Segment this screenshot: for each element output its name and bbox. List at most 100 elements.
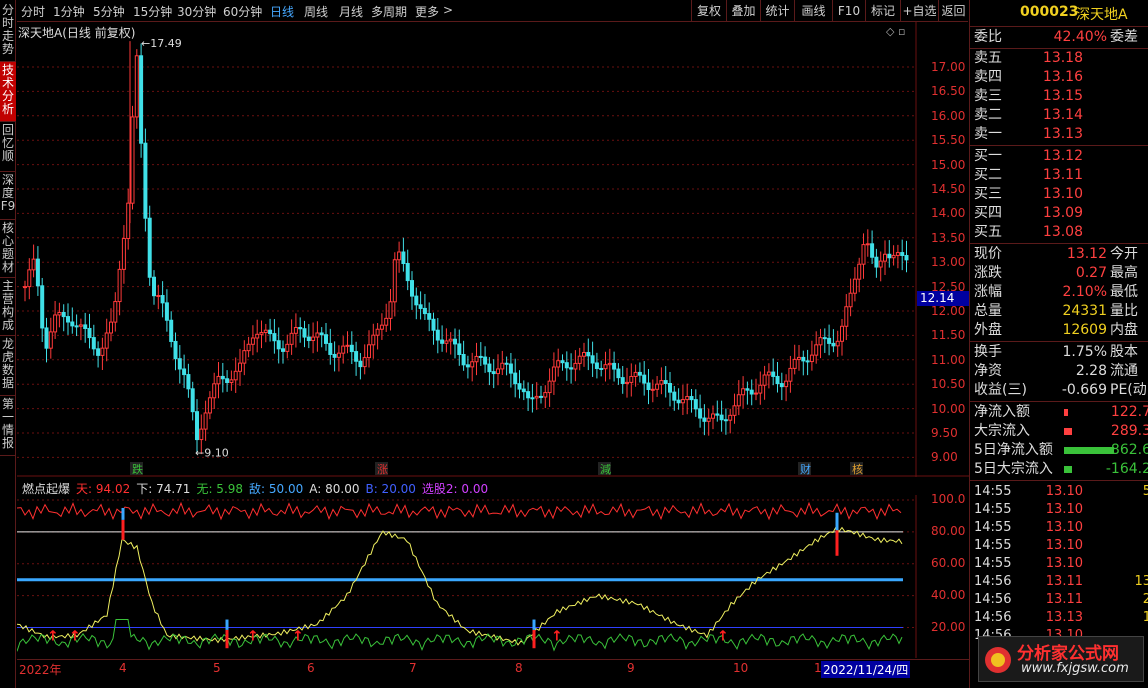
candle-body [311,336,316,342]
sidebar-tab-4[interactable]: 核心题材 [0,220,16,278]
price-axis-label: 13.00 [931,255,966,270]
candle-body [513,372,518,385]
timeframe-2[interactable]: 5分钟 [93,3,125,20]
candle-body [169,319,174,342]
candle-body [336,352,341,358]
date-label: 8 [515,661,523,675]
price-axis-label: 9.00 [931,450,958,465]
candle-body [521,388,526,393]
price-axis-label: 10.50 [931,377,966,392]
bid-row[interactable]: 买一 13.12 [970,147,1148,166]
candle-body [659,380,664,385]
stat-row: 涨幅 2.10% 最低 [970,283,1148,302]
tool-button-4[interactable]: F10 [832,0,865,22]
stat-label: 收益(三) [974,382,1027,398]
signal-marker[interactable]: 涨 [377,463,388,476]
more-chevron-icon[interactable]: > [443,3,453,17]
candle-body [508,363,513,374]
candle-body [414,295,419,306]
indicator-axis-label: 40.00 [931,587,966,602]
bid-row[interactable]: 买二 13.11 [970,166,1148,185]
sidebar-tab-1[interactable]: 技术分析 [0,62,16,122]
sidebar-tab-3[interactable]: 深度F9 [0,172,16,220]
candle-body [298,327,303,330]
ask-label: 卖二 [974,107,1002,123]
timeframe-1[interactable]: 1分钟 [53,3,85,20]
timeframe-5[interactable]: 60分钟 [223,3,262,20]
candle-body [702,417,707,422]
timeframe-3[interactable]: 15分钟 [133,3,172,20]
bid-row[interactable]: 买五 13.08 [970,223,1148,242]
timeframe-4[interactable]: 30分钟 [177,3,216,20]
price-axis-label: 15.50 [931,133,966,148]
sidebar-tab-5[interactable]: 主营构成 [0,278,16,336]
timeframe-8[interactable]: 月线 [339,3,363,20]
candle-body [457,343,462,355]
price-axis-label: 14.00 [931,206,966,221]
tick-time: 14:55 [974,538,1012,553]
indicator-axis-label: 20.00 [931,619,966,634]
candlestick-chart[interactable]: ←17.49 ←9.10 跌 涨 減 财 核 [17,22,969,477]
sidebar-tab-0[interactable]: 分时走势 [0,2,16,62]
flow-label: 5日净流入额 [974,442,1053,458]
stat-label: 涨跌 [974,265,1002,281]
timeframe-7[interactable]: 周线 [304,3,328,20]
candle-body [186,374,191,390]
candle-body [556,360,561,368]
flow-row: 5日净流入额 -862.6 [970,441,1148,460]
candle-body [375,328,380,336]
candle-body [900,252,905,256]
flow-value: -862.6 [1105,442,1148,458]
sidebar-tab-2[interactable]: 回忆顺 [0,122,16,172]
timeframe-0[interactable]: 分时 [21,3,45,20]
signal-marker[interactable]: 減 [600,462,611,476]
logo-url: www.fxjgsw.com [1021,661,1129,676]
bid-row[interactable]: 买三 13.10 [970,185,1148,204]
ask-row[interactable]: 卖一 13.13 [970,125,1148,144]
tick-time: 14:55 [974,556,1012,571]
cursor-date: 2022/11/24/四 [821,661,911,678]
tool-button-3[interactable]: 画线 [794,0,832,22]
timeframe-6[interactable]: 日线 [270,3,294,20]
sidebar-tab-7[interactable]: 第一情报 [0,396,16,456]
candle-body [779,383,784,388]
candle-body [719,414,724,421]
tool-button-2[interactable]: 统计 [760,0,794,22]
candle-body [814,344,819,356]
candle-body [663,380,668,384]
tool-button-6[interactable]: +自选 [900,0,938,22]
app-window: 分时走势 技术分析 回忆顺 深度F9 核心题材 主营构成 龙虎数据 第一情报 分时 1分钟 5分钟… [0,0,1148,688]
divider [970,26,1148,27]
candle-body [741,388,746,396]
bid-row[interactable]: 买四 13.09 [970,204,1148,223]
signal-marker[interactable]: 财 [800,462,811,476]
bid-label: 买三 [974,186,1002,202]
candle-body [87,327,92,339]
signal-marker[interactable]: 核 [852,462,863,476]
candle-body [70,321,75,327]
candle-body [801,356,806,362]
ask-row[interactable]: 卖二 13.14 [970,106,1148,125]
signal-marker[interactable]: 跌 [132,462,143,476]
sidebar-tab-6[interactable]: 龙虎数据 [0,336,16,396]
tool-button-5[interactable]: 标记 [865,0,900,22]
ask-row[interactable]: 卖三 13.15 [970,87,1148,106]
ask-row[interactable]: 卖五 13.18 [970,49,1148,68]
timeframe-10[interactable]: 更多 [415,3,439,20]
tool-button-0[interactable]: 复权 [691,0,726,22]
timeframe-9[interactable]: 多周期 [371,3,407,20]
candle-body [590,355,595,364]
candle-body [891,254,896,259]
candle-body [61,311,66,318]
candle-body [173,340,178,360]
tool-button-7[interactable]: 返回 [938,0,968,22]
candle-body [655,383,660,390]
ask-row[interactable]: 卖四 13.16 [970,68,1148,87]
indicator-chart[interactable]: ↑ ↑ ↑ ↑ ↑ ↑ [17,495,969,658]
candle-body [487,363,492,373]
weibi-value: 42.40% [1053,29,1107,45]
date-label: 6 [307,661,315,675]
tool-button-1[interactable]: 叠加 [726,0,760,22]
stat-label-right: 流通 [1110,363,1138,379]
indicator-param: A: 80.00 [309,482,360,496]
